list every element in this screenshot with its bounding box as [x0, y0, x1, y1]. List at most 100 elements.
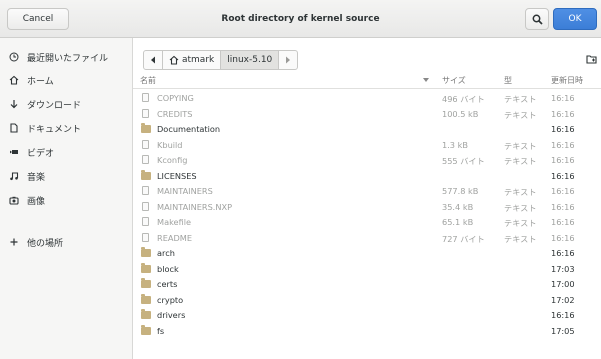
file-row[interactable]: block 17:03 — [133, 262, 601, 277]
column-header-row: 名前 サイズ 型 更新日時 — [133, 72, 601, 89]
file-row[interactable]: Makefile 65.1 kB テキスト 16:16 — [133, 215, 601, 230]
search-icon — [532, 14, 543, 25]
text-file-icon — [142, 139, 149, 149]
file-name: fs — [157, 325, 165, 336]
file-size: 496 バイト — [442, 94, 485, 104]
file-row[interactable]: crypto 17:02 — [133, 293, 601, 308]
sidebar-item-home[interactable]: ホーム — [0, 69, 132, 91]
file-name: certs — [157, 279, 178, 289]
breadcrumb-label: linux-5.10 — [227, 55, 273, 65]
file-size: 577.8 kB — [442, 186, 479, 196]
folder-icon — [141, 169, 151, 180]
column-header-name[interactable]: 名前 — [140, 75, 156, 86]
new-folder-button[interactable] — [581, 49, 601, 69]
home-icon — [7, 75, 21, 85]
ok-button[interactable]: OK — [553, 8, 597, 30]
file-modified: 17:05 — [551, 325, 575, 336]
sidebar-item-other-locations[interactable]: 他の場所 — [0, 231, 132, 253]
file-modified: 16:16 — [551, 139, 575, 150]
folder-icon — [141, 309, 151, 319]
file-modified: 16:16 — [551, 108, 575, 119]
folder-icon — [141, 262, 151, 273]
sidebar-item-music[interactable]: 音楽 — [0, 165, 132, 187]
file-row[interactable]: README 727 バイト テキスト 16:16 — [133, 231, 601, 246]
breadcrumb-item-home[interactable]: atmark — [163, 51, 222, 69]
file-name: Kconfig — [157, 155, 188, 165]
search-button[interactable] — [525, 8, 549, 30]
sidebar-item-label: ホーム — [27, 76, 54, 87]
file-type: テキスト — [504, 233, 537, 244]
sidebar-item-label: ビデオ — [27, 148, 55, 159]
file-row[interactable]: Documentation 16:16 — [133, 122, 601, 137]
folder-icon — [141, 278, 151, 288]
file-name: MAINTAINERS.NXP — [157, 201, 233, 212]
file-list: 名前 サイズ 型 更新日時 COPYING 496 バイトテキスト 16:16 CRE… — [133, 72, 601, 359]
file-modified: 16:16 — [551, 124, 575, 134]
file-type: テキスト — [504, 202, 537, 213]
file-type: テキスト — [504, 109, 537, 120]
column-header-modified[interactable]: 更新日時 — [551, 75, 583, 86]
text-file-icon — [142, 186, 149, 195]
breadcrumb-label: atmark — [182, 55, 215, 65]
sidebar-item-label: 音楽 — [27, 172, 46, 183]
sidebar-item-documents[interactable]: ドキュメント — [0, 117, 132, 139]
file-name: Makefile — [157, 217, 192, 227]
file-name: COPYING — [157, 93, 194, 103]
file-modified: 16:16 — [551, 155, 575, 165]
sidebar-item-recent[interactable]: 最近開いたファイル — [0, 46, 132, 68]
file-name: crypto — [157, 294, 184, 305]
text-file-icon — [142, 232, 149, 242]
breadcrumb-item-current[interactable]: linux-5.10 — [221, 51, 280, 69]
file-size: 727 バイト — [442, 233, 485, 244]
sidebar-item-label: ドキュメント — [27, 124, 82, 135]
file-row[interactable]: fs 17:05 — [133, 324, 601, 339]
file-row[interactable]: arch 16:16 — [133, 246, 601, 261]
folder-icon — [141, 247, 151, 257]
file-modified: 17:00 — [551, 279, 575, 289]
cancel-button[interactable]: Cancel — [7, 8, 69, 30]
file-name: README — [157, 232, 193, 243]
file-type: テキスト — [504, 187, 537, 197]
file-row[interactable]: certs 17:00 — [133, 277, 601, 292]
column-header-type[interactable]: 型 — [504, 75, 512, 86]
sidebar: 最近開いたファイル ホーム ダウンロード ドキュメント ビデオ 音楽 画像 他の… — [0, 38, 133, 359]
file-modified: 16:16 — [551, 248, 575, 258]
folder-icon — [141, 324, 151, 335]
file-name: drivers — [157, 310, 186, 320]
breadcrumb: atmark linux-5.10 — [143, 50, 299, 70]
chevron-left-icon — [151, 56, 155, 64]
path-forward-button[interactable] — [279, 51, 297, 69]
text-file-icon — [142, 201, 149, 211]
file-row[interactable]: MAINTAINERS 577.8 kB テキスト 16:16 — [133, 184, 601, 199]
file-name: Documentation — [157, 124, 221, 134]
file-name: CREDITS — [157, 108, 193, 119]
file-modified: 17:02 — [551, 294, 575, 305]
video-icon — [7, 147, 21, 157]
plus-icon — [7, 237, 21, 247]
clock-icon — [7, 52, 21, 62]
dialog-title: Root directory of kernel source — [221, 14, 380, 24]
file-modified: 16:16 — [551, 232, 575, 243]
document-icon — [7, 123, 21, 133]
file-row[interactable]: drivers 16:16 — [133, 308, 601, 323]
file-row[interactable]: LICENSES 16:16 — [133, 169, 601, 184]
file-row[interactable]: CREDITS 100.5 kB テキスト 16:16 — [133, 107, 601, 122]
download-icon — [7, 99, 21, 109]
music-icon — [7, 171, 21, 181]
home-icon — [169, 55, 179, 65]
file-row[interactable]: COPYING 496 バイト テキスト 16:16 — [133, 91, 601, 106]
sidebar-item-pictures[interactable]: 画像 — [0, 189, 132, 211]
sidebar-item-downloads[interactable]: ダウンロード — [0, 93, 132, 115]
file-modified: 16:16 — [551, 170, 575, 181]
file-type: テキスト — [504, 140, 537, 151]
file-name: block — [157, 263, 179, 274]
file-row[interactable]: Kbuild 1.3 kB テキスト 16:16 — [133, 138, 601, 153]
path-back-button[interactable] — [144, 51, 163, 69]
file-size: 555 バイト — [442, 156, 485, 166]
file-row[interactable]: Kconfig 555 バイト テキスト 16:16 — [133, 153, 601, 168]
file-modified: 16:16 — [551, 93, 575, 103]
file-row[interactable]: MAINTAINERS.NXP 35.4 kB テキスト 16:16 — [133, 200, 601, 215]
sidebar-item-videos[interactable]: ビデオ — [0, 141, 132, 163]
text-file-icon — [142, 108, 149, 118]
column-header-size[interactable]: サイズ — [442, 75, 466, 86]
